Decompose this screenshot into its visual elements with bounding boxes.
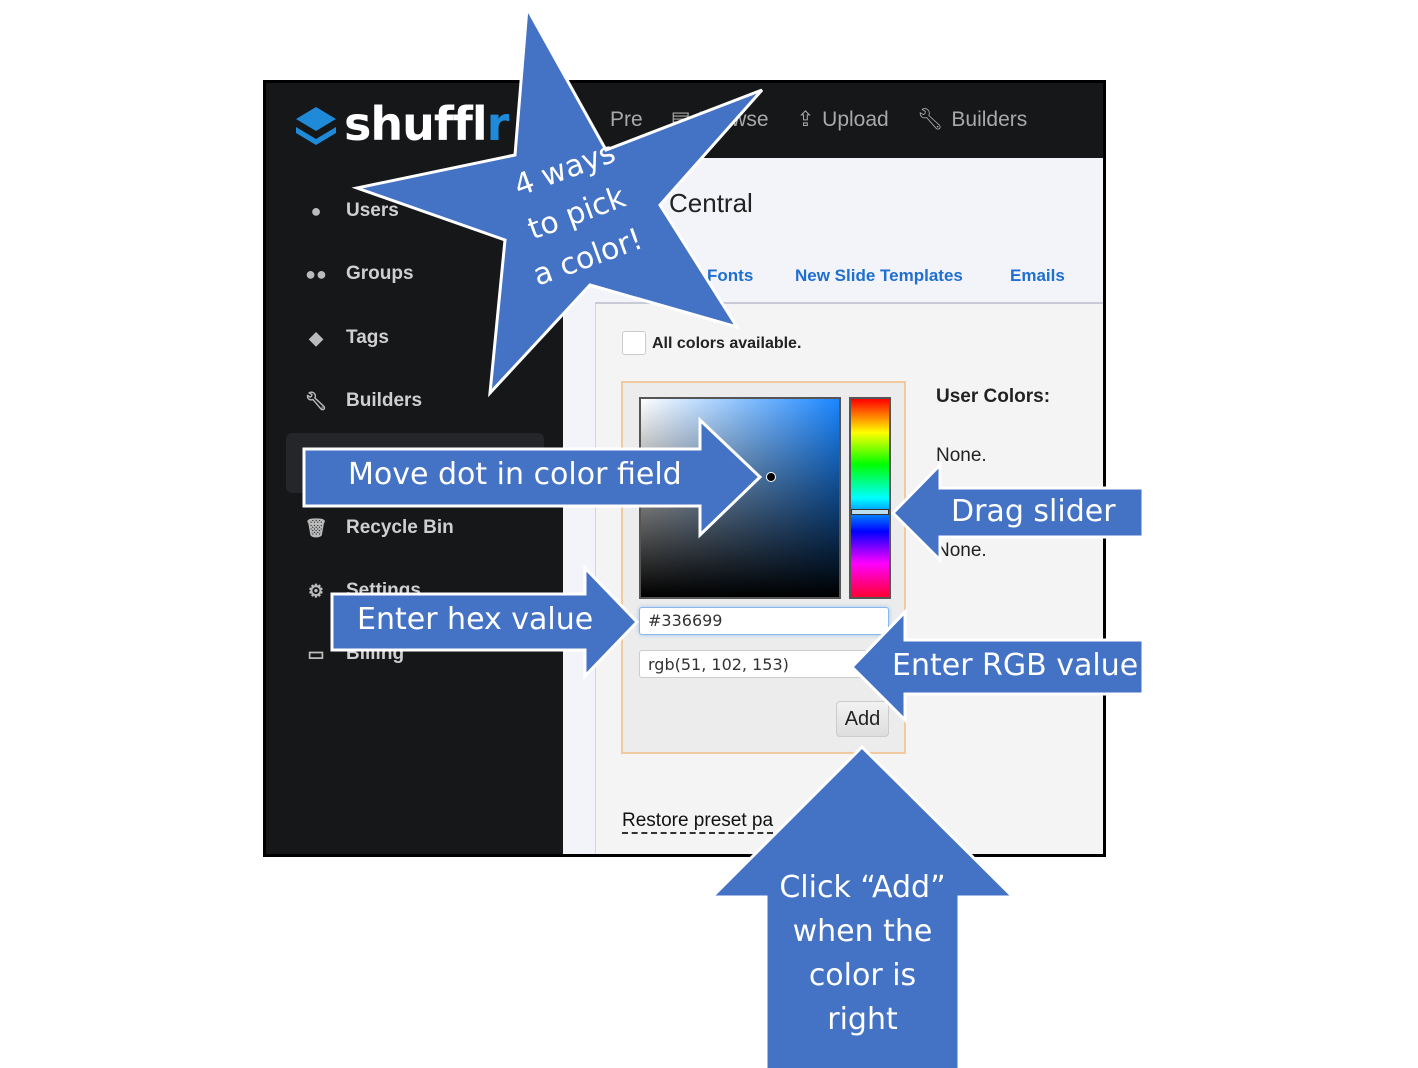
drag-slider-label: Drag slider (951, 494, 1116, 529)
move-dot-label: Move dot in color field (348, 457, 682, 492)
hex-label: Enter hex value (357, 602, 594, 637)
annotation-shapes (302, 2, 1145, 1068)
add-label: Click “Add” when the color is right (779, 870, 946, 1037)
rgb-label: Enter RGB value (892, 648, 1139, 683)
